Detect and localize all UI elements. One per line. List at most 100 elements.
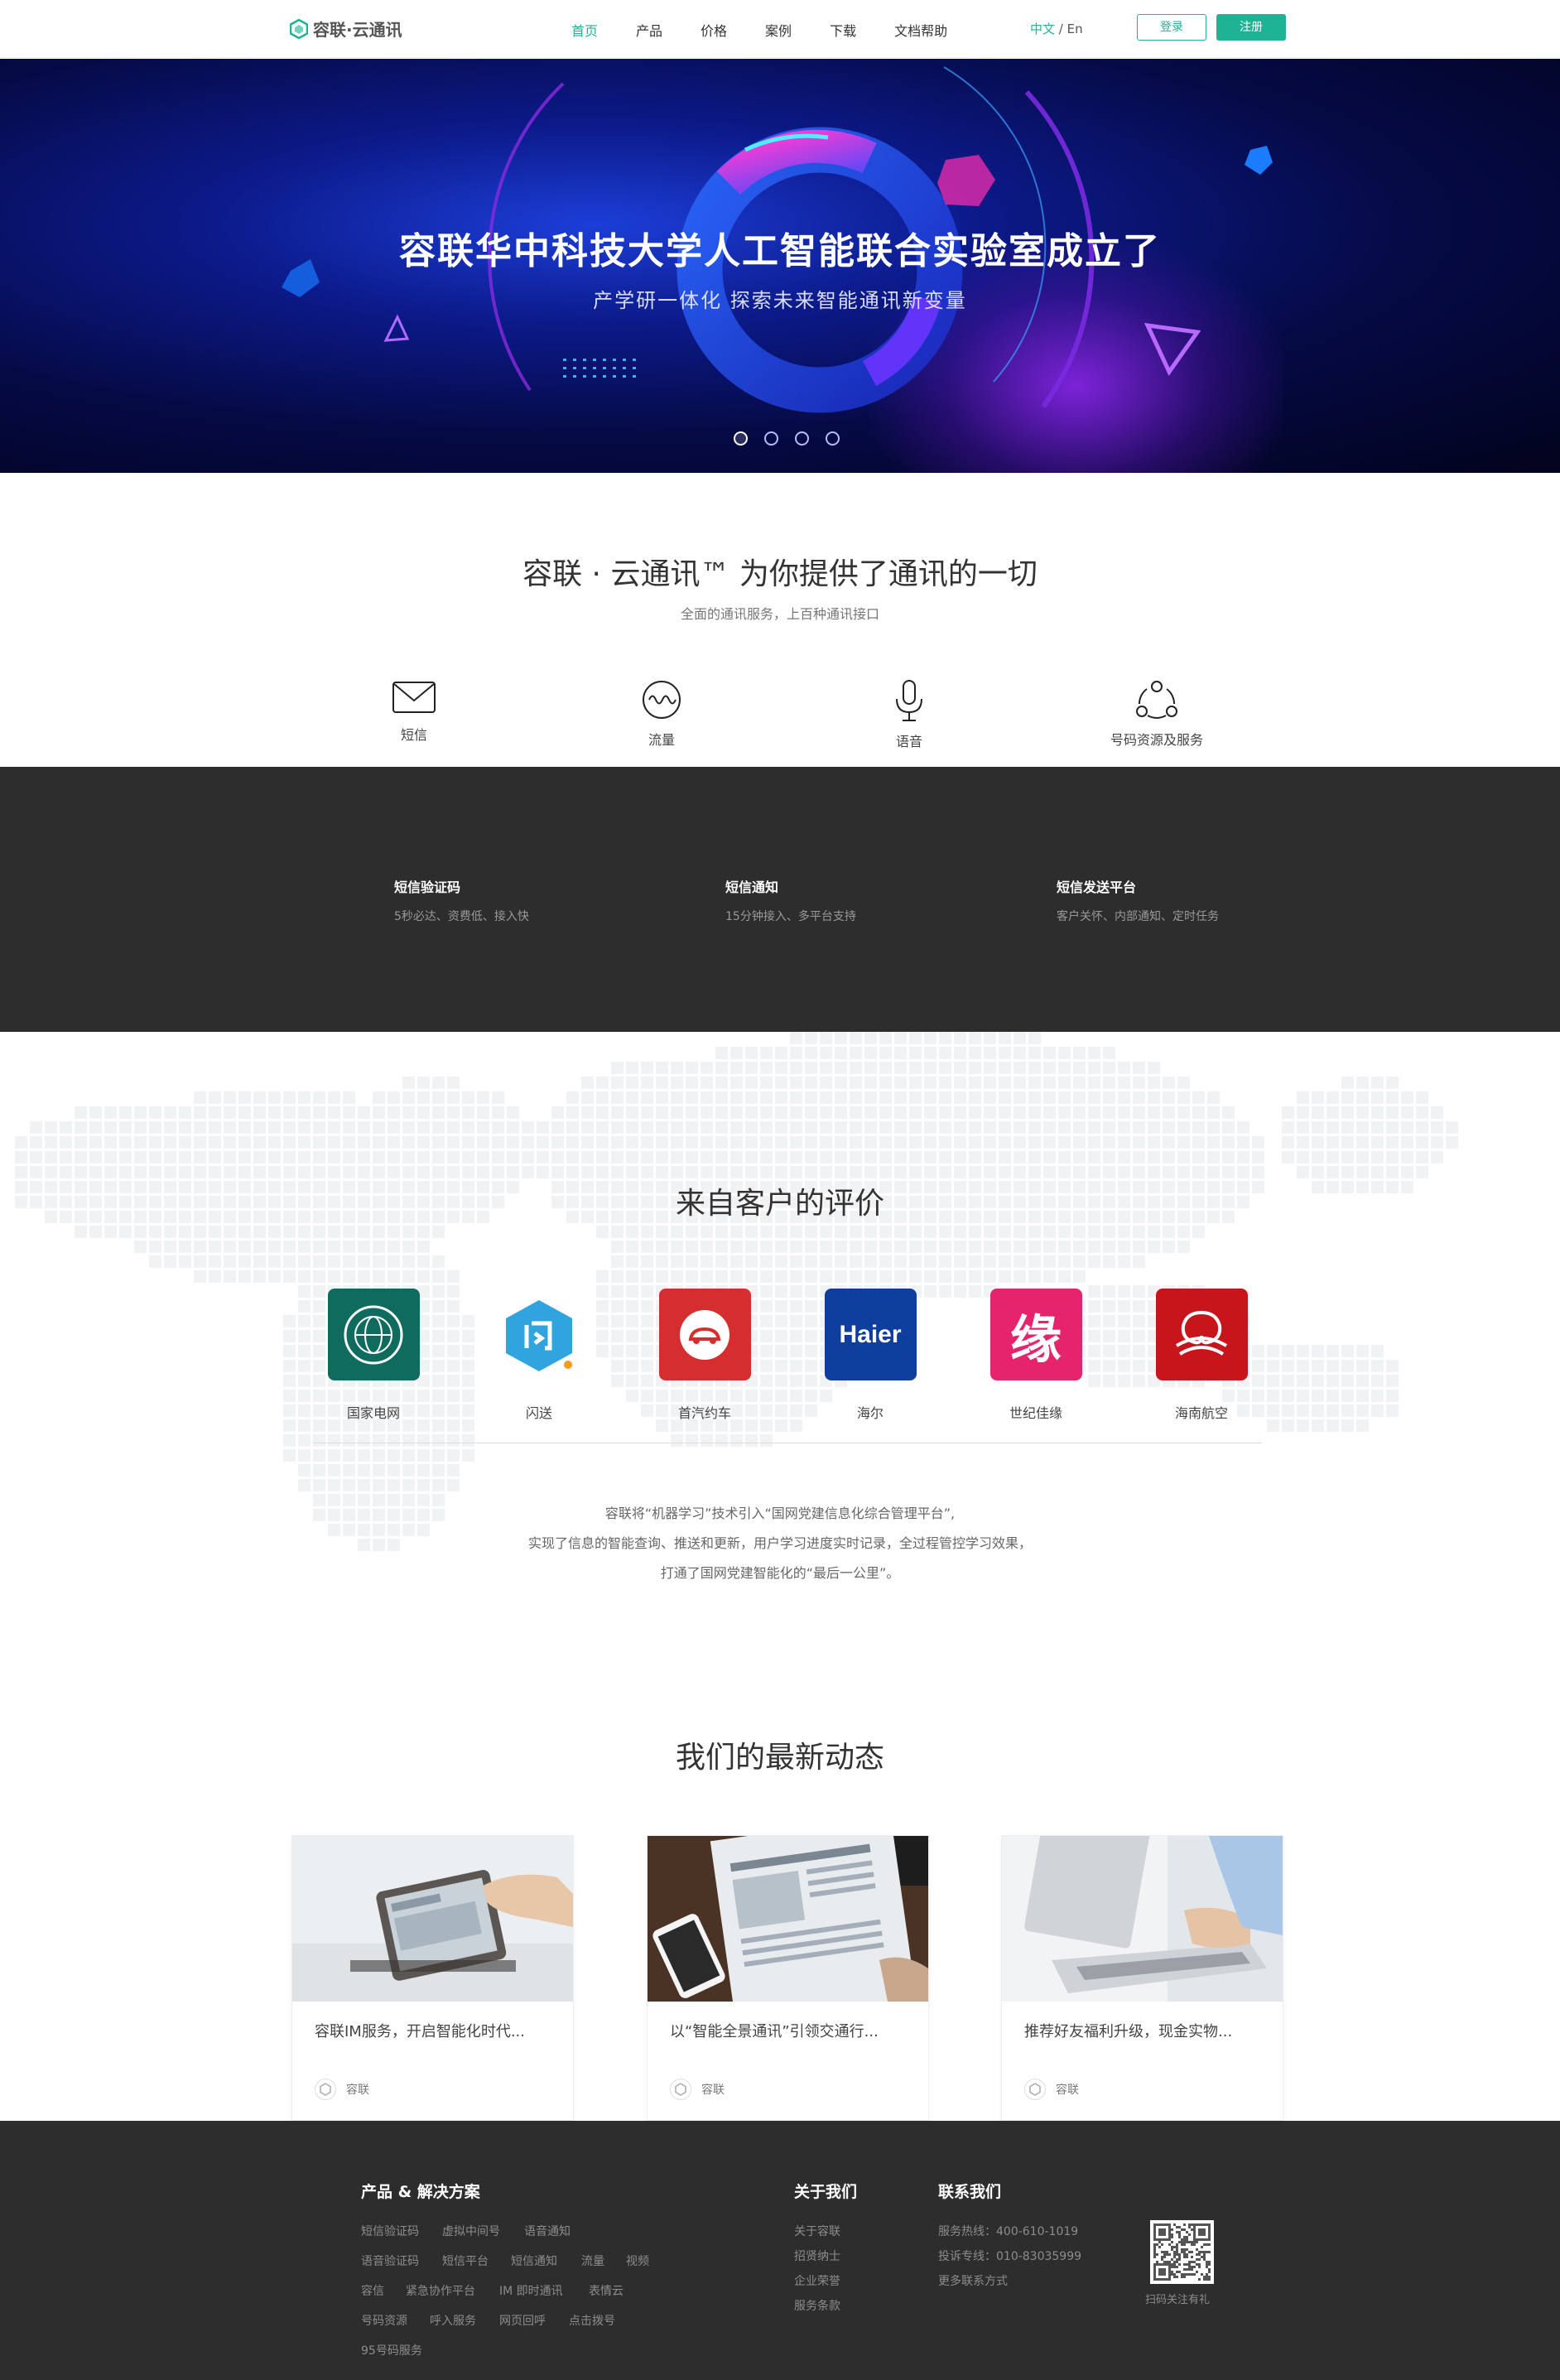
carousel-dot[interactable] [826, 431, 840, 446]
footer-contact-heading: 联系我们 [938, 2183, 1002, 2201]
footer-link[interactable]: 95号码服务 [361, 2342, 422, 2358]
footer-link[interactable]: 容信 [361, 2282, 384, 2299]
client-state-grid[interactable]: 国家电网 [311, 1289, 436, 1422]
news-card[interactable]: 容联IM服务，开启智能化时代... 容联 [291, 1835, 574, 2121]
carousel-dot[interactable] [795, 431, 809, 446]
news-card[interactable]: 以“智能全景通讯”引领交通行... 容联 [647, 1835, 929, 2121]
carousel-dot[interactable] [764, 431, 778, 446]
feature-sms-code[interactable]: 短信验证码 5秒必达、资费低、接入快 [394, 876, 529, 924]
service-numbers[interactable]: 号码资源及服务 [1091, 679, 1223, 749]
source-name: 容联 [1056, 2084, 1079, 2097]
news-image-newspaper [648, 1836, 928, 2002]
footer-link[interactable]: 表情云 [589, 2282, 624, 2299]
feature-sms-platform[interactable]: 短信发送平台 客户关怀、内部通知、定时任务 [1057, 876, 1219, 924]
footer-about-heading: 关于我们 [794, 2183, 858, 2201]
news-card-source: 容联 [670, 2079, 725, 2100]
news-title: 我们的最新动态 [675, 1741, 884, 1775]
hero-banner[interactable]: 容联华中科技大学人工智能联合实验室成立了 产学研一体化 探索未来智能通讯新变量 [0, 59, 1560, 473]
nav-item-download[interactable]: 下载 [830, 20, 856, 40]
footer-link[interactable]: 语音通知 [524, 2223, 571, 2239]
feature-sms-notify[interactable]: 短信通知 15分钟接入、多平台支持 [725, 876, 856, 924]
footer-link[interactable]: 企业荣誉 [794, 2272, 840, 2289]
lang-chinese[interactable]: 中文 [1030, 22, 1055, 36]
client-shansong[interactable]: 闪送 [477, 1289, 601, 1422]
client-name: 海尔 [856, 1405, 884, 1421]
feature-title: 短信验证码 [394, 879, 461, 895]
carousel-dots [734, 431, 840, 446]
footer-hotline: 服务热线：400-610-1019 [938, 2225, 1079, 2238]
nav-item-docs[interactable]: 文档帮助 [894, 20, 947, 40]
service-label: 语音 [895, 734, 922, 749]
feature-title: 短信通知 [725, 879, 779, 895]
footer-link[interactable]: 虚拟中间号 [442, 2223, 500, 2239]
service-label: 号码资源及服务 [1110, 732, 1203, 748]
client-haier[interactable]: Haier 海尔 [808, 1289, 932, 1422]
footer-link[interactable]: 服务条款 [794, 2297, 840, 2314]
news-card-source: 容联 [315, 2079, 369, 2100]
footer-link[interactable]: 网页回呼 [499, 2312, 546, 2329]
client-hainan-airlines[interactable]: 海南航空 [1139, 1289, 1264, 1422]
client-name: 国家电网 [346, 1405, 400, 1421]
intro-subtitle: 全面的通讯服务，上百种通讯接口 [680, 606, 879, 622]
lang-english[interactable]: En [1067, 22, 1083, 36]
feature-desc: 15分钟接入、多平台支持 [725, 910, 856, 923]
footer-link[interactable]: 视频 [626, 2252, 649, 2269]
login-button[interactable]: 登录 [1137, 14, 1206, 41]
register-button[interactable]: 注册 [1216, 14, 1286, 41]
footer-link[interactable]: 短信平台 [442, 2252, 489, 2269]
news-card-title: 推荐好友福利升级，现金实物... [1024, 2023, 1233, 2040]
footer-link[interactable]: 呼入服务 [430, 2312, 476, 2329]
nav-item-products[interactable]: 产品 [636, 20, 662, 40]
footer-link[interactable]: 紧急协作平台 [406, 2282, 475, 2299]
logo-hexagon-icon [290, 18, 308, 39]
source-avatar-icon [315, 2079, 336, 2100]
lang-separator: / [1055, 22, 1067, 36]
client-name: 海南航空 [1174, 1405, 1228, 1421]
footer-link[interactable]: 流量 [581, 2252, 604, 2269]
source-avatar-icon [670, 2079, 691, 2100]
main-nav: 首页 产品 价格 案例 下载 文档帮助 [571, 20, 985, 40]
hero-title: 容联华中科技大学人工智能联合实验室成立了 [399, 230, 1161, 272]
testimonial-quote-line: 打通了国网党建智能化的“最后一公里”。 [660, 1565, 900, 1581]
service-label: 流量 [648, 732, 675, 748]
footer-link[interactable]: 招贤纳士 [794, 2248, 840, 2264]
footer-link[interactable]: 短信通知 [511, 2252, 557, 2269]
source-name: 容联 [701, 2084, 725, 2097]
news-image-tablet [292, 1836, 573, 2002]
client-name: 闪送 [525, 1405, 552, 1421]
footer-link[interactable]: 点击拨号 [569, 2312, 615, 2329]
jiayuan-logo: 缘 [989, 1289, 1082, 1380]
service-label: 短信 [400, 727, 427, 743]
client-name: 世纪佳缘 [1009, 1405, 1062, 1421]
footer-link[interactable]: 短信验证码 [361, 2223, 419, 2239]
news-card[interactable]: 推荐好友福利升级，现金实物... 容联 [1001, 1835, 1283, 2121]
shansong-logo [493, 1289, 585, 1380]
brand-logo[interactable]: 容联·云通讯 [290, 17, 402, 41]
footer-link[interactable]: 号码资源 [361, 2312, 407, 2329]
carousel-dot[interactable] [734, 431, 748, 446]
service-voice[interactable]: 语音 [843, 679, 975, 750]
service-sms[interactable]: 短信 [348, 679, 480, 744]
client-name: 首汽约车 [677, 1405, 731, 1421]
microphone-icon [896, 680, 922, 721]
footer-link[interactable]: 关于容联 [794, 2223, 840, 2239]
hero-subtitle: 产学研一体化 探索未来智能通讯新变量 [593, 289, 967, 312]
news-card-title: 以“智能全景通讯”引领交通行... [670, 2023, 879, 2040]
footer-link[interactable]: IM 即时通讯 [499, 2282, 563, 2299]
client-shouqi[interactable]: 首汽约车 [643, 1289, 767, 1422]
footer-link[interactable]: 语音验证码 [361, 2252, 419, 2269]
client-jiayuan[interactable]: 缘 世纪佳缘 [974, 1289, 1098, 1422]
qr-caption: 扫码关注有礼 [1145, 2294, 1211, 2306]
footer-products-heading: 产品 & 解决方案 [361, 2183, 480, 2201]
nav-item-cases[interactable]: 案例 [765, 20, 792, 40]
footer-more-contact-link[interactable]: 更多联系方式 [938, 2272, 1008, 2289]
nav-item-pricing[interactable]: 价格 [701, 20, 727, 40]
qr-code [1150, 2220, 1214, 2284]
haier-logo: Haier [824, 1289, 917, 1380]
feature-desc: 5秒必达、资费低、接入快 [394, 910, 529, 923]
nav-item-home[interactable]: 首页 [571, 20, 598, 40]
testimonial-quote-line: 实现了信息的智能查询、推送和更新，用户学习进度实时记录，全过程管控学习效果， [527, 1535, 1032, 1551]
service-data[interactable]: 流量 [595, 679, 728, 749]
source-avatar-icon [1024, 2079, 1046, 2100]
shouqi-logo [658, 1289, 751, 1380]
